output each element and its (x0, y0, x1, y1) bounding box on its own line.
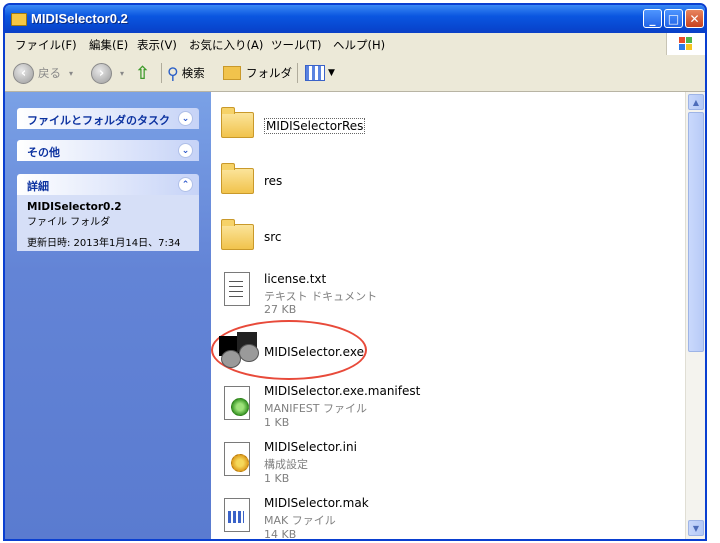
folder-icon (219, 216, 254, 256)
scroll-up-button[interactable]: ▲ (688, 94, 704, 110)
file-type: 構成設定 (264, 458, 308, 471)
chevron-down-icon[interactable]: ⌄ (178, 111, 193, 126)
file-size: 14 KB (264, 528, 297, 539)
menu-tools[interactable]: ツール(T) (271, 37, 322, 53)
title-bar[interactable]: MIDISelector0.2 _ □ ✕ (5, 5, 705, 33)
up-folder-icon: ⇧ (135, 62, 151, 84)
file-name: license.txt (264, 272, 327, 286)
menu-bar: ファイル(F) 編集(E) 表示(V) お気に入り(A) ツール(T) ヘルプ(… (5, 33, 705, 56)
scroll-down-button[interactable]: ▼ (688, 520, 704, 536)
tasks-panel-header[interactable]: ファイルとフォルダのタスク ⌄ (17, 108, 199, 129)
folders-label: フォルダ (246, 66, 292, 80)
midi-app-icon (219, 332, 259, 370)
menu-favorites[interactable]: お気に入り(A) (189, 37, 263, 53)
chevron-up-icon[interactable]: ⌃ (178, 177, 193, 192)
file-size: 1 KB (264, 416, 290, 429)
toolbar-divider (297, 63, 298, 83)
back-label: 戻る (38, 66, 61, 80)
minimize-button[interactable]: _ (643, 9, 662, 28)
search-label: 検索 (181, 66, 205, 80)
views-dropdown-icon: ▼ (328, 68, 335, 78)
details-panel-label: 詳細 (27, 180, 49, 193)
file-name: MIDISelector.exe.manifest (264, 384, 421, 398)
file-type: テキスト ドキュメント (264, 290, 378, 303)
toolbar-divider (161, 63, 162, 83)
scroll-thumb[interactable] (688, 112, 704, 352)
file-name: MIDISelectorRes (264, 118, 366, 134)
views-icon (305, 65, 325, 81)
manifest-file-icon (219, 384, 253, 424)
window-title: MIDISelector0.2 (31, 11, 128, 26)
close-button[interactable]: ✕ (685, 9, 704, 28)
folder-icon (219, 104, 254, 144)
details-type: ファイル フォルダ (27, 217, 111, 228)
file-name: MIDISelector.ini (264, 440, 357, 454)
forward-arrow-icon: › (91, 62, 112, 84)
vertical-scrollbar[interactable]: ▲ ▼ (685, 92, 705, 539)
file-type: MAK ファイル (264, 514, 336, 527)
menu-view[interactable]: 表示(V) (137, 37, 177, 53)
views-button[interactable]: ▼ (305, 61, 335, 85)
folder-icon (11, 13, 27, 26)
chevron-down-icon[interactable]: ⌄ (178, 143, 193, 158)
file-size: 27 KB (264, 303, 297, 316)
explorer-window: MIDISelector0.2 _ □ ✕ ファイル(F) 編集(E) 表示(V… (3, 3, 707, 541)
maximize-button[interactable]: □ (664, 9, 683, 28)
file-name: src (264, 230, 282, 244)
details-modified: 更新日時: 2013年1月14日、7:34 (27, 238, 181, 249)
menu-edit[interactable]: 編集(E) (89, 37, 128, 53)
file-name: res (264, 174, 283, 188)
forward-button[interactable]: › ▾ (91, 61, 124, 85)
folder-icon (219, 160, 254, 200)
file-name: MIDISelector.exe (264, 345, 364, 359)
mak-file-icon (219, 496, 253, 536)
other-panel-label: その他 (27, 146, 60, 159)
text-document-icon (219, 270, 253, 310)
search-button[interactable]: ⚲ 検索 (167, 61, 205, 85)
back-button[interactable]: ‹ 戻る ▾ (13, 61, 73, 85)
up-button[interactable]: ⇧ (135, 61, 150, 85)
back-arrow-icon: ‹ (13, 62, 34, 84)
file-name: MIDISelector.mak (264, 496, 369, 510)
windows-logo-icon (666, 33, 705, 55)
settings-file-icon (219, 440, 253, 480)
file-type: MANIFEST ファイル (264, 402, 367, 415)
toolbar: ‹ 戻る ▾ › ▾ ⇧ ⚲ 検索 フォルダ ▼ (5, 55, 705, 92)
file-list: MIDISelectorRes res src license.txt テキスト… (211, 92, 685, 539)
file-size: 1 KB (264, 472, 290, 485)
task-pane: ファイルとフォルダのタスク ⌄ その他 ⌄ 詳細 ⌃ MIDISelector0… (5, 92, 211, 539)
menu-help[interactable]: ヘルプ(H) (333, 37, 385, 53)
menu-file[interactable]: ファイル(F) (15, 37, 77, 53)
details-name: MIDISelector0.2 (27, 201, 122, 213)
folder-icon (223, 66, 241, 80)
tasks-panel-label: ファイルとフォルダのタスク (27, 114, 170, 127)
other-panel-header[interactable]: その他 ⌄ (17, 140, 199, 161)
back-dropdown-icon[interactable]: ▾ (69, 69, 73, 78)
folders-button[interactable]: フォルダ (223, 61, 292, 85)
details-panel-header[interactable]: 詳細 ⌃ (17, 174, 199, 195)
details-panel-body: MIDISelector0.2 ファイル フォルダ 更新日時: 2013年1月1… (17, 195, 199, 251)
search-icon: ⚲ (167, 63, 179, 83)
forward-dropdown-icon[interactable]: ▾ (120, 69, 124, 78)
